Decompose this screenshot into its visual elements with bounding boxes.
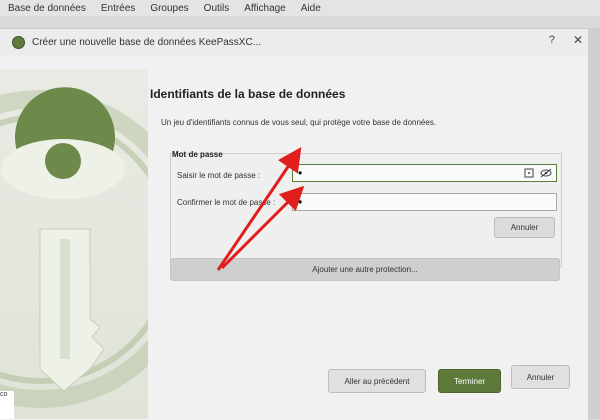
- enter-password-label: Saisir le mot de passe :: [177, 171, 261, 180]
- keepassxc-app-icon: [12, 36, 25, 49]
- menubar: Base de données Entrées Groupes Outils A…: [0, 0, 600, 16]
- finish-button[interactable]: Terminer: [438, 369, 501, 393]
- background-window-edge: [588, 28, 600, 419]
- dialog-titlebar: Créer une nouvelle base de données KeePa…: [0, 29, 588, 56]
- add-protection-button[interactable]: Ajouter une autre protection...: [170, 258, 560, 281]
- cancel-button[interactable]: Annuler: [511, 365, 570, 389]
- key-logo-icon: [0, 87, 148, 408]
- menu-groupes[interactable]: Groupes: [150, 3, 188, 14]
- keepassxc-logo: [0, 69, 148, 419]
- confirm-password-field[interactable]: [292, 193, 557, 211]
- confirm-password-input[interactable]: [293, 194, 556, 210]
- menu-affichage[interactable]: Affichage: [244, 3, 286, 14]
- dialog-title: Créer une nouvelle base de données KeePa…: [32, 37, 262, 48]
- menu-entrees[interactable]: Entrées: [101, 3, 135, 14]
- menu-outils[interactable]: Outils: [204, 3, 230, 14]
- menu-base-de-donnees[interactable]: Base de données: [8, 3, 86, 14]
- enter-password-input[interactable]: [293, 165, 556, 181]
- cancel-password-button[interactable]: Annuler: [494, 217, 555, 238]
- dice-icon[interactable]: [522, 166, 536, 180]
- background-text: co: [0, 391, 14, 419]
- page-title: Identifiants de la base de données: [150, 87, 346, 101]
- back-button[interactable]: Aller au précédent: [328, 369, 426, 393]
- new-database-dialog: Créer une nouvelle base de données KeePa…: [0, 28, 588, 420]
- menu-aide[interactable]: Aide: [301, 3, 321, 14]
- eye-slash-icon[interactable]: [539, 166, 553, 180]
- help-button[interactable]: ?: [549, 34, 555, 46]
- close-button[interactable]: ✕: [573, 33, 583, 47]
- dialog-footer: Aller au précédent Terminer Annuler: [148, 354, 588, 394]
- password-group-title: Mot de passe: [172, 150, 223, 159]
- password-groupbox: Mot de passe Saisir le mot de passe : Co…: [170, 150, 562, 267]
- enter-password-field[interactable]: [292, 164, 557, 182]
- page-subtitle: Un jeu d'identifiants connus de vous seu…: [161, 118, 437, 127]
- confirm-password-label: Confirmer le mot de passe :: [177, 198, 276, 207]
